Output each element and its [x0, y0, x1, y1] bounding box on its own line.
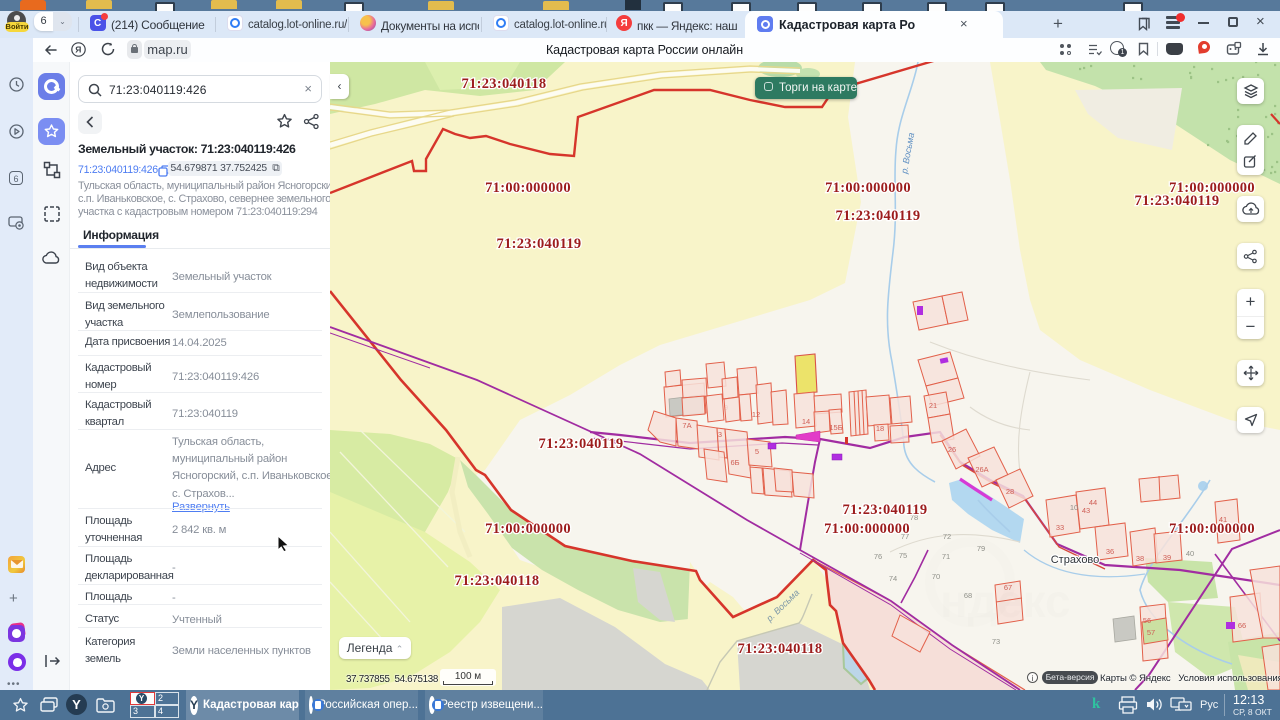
svg-text:72: 72: [943, 532, 951, 541]
svg-text:39: 39: [1163, 553, 1171, 562]
svg-text:7А: 7А: [682, 421, 691, 430]
svg-text:57: 57: [1147, 628, 1155, 637]
svg-text:71:00:000000: 71:00:000000: [824, 521, 910, 537]
svg-text:71:23:040118: 71:23:040118: [455, 573, 540, 589]
svg-text:10: 10: [1070, 503, 1078, 512]
svg-text:76: 76: [874, 552, 882, 561]
svg-text:14: 14: [802, 417, 810, 426]
svg-text:71:23:040119: 71:23:040119: [497, 236, 582, 252]
svg-text:28: 28: [1006, 487, 1014, 496]
svg-text:38: 38: [1136, 554, 1144, 563]
svg-text:71:23:040119: 71:23:040119: [1135, 193, 1220, 209]
svg-text:71:00:000000: 71:00:000000: [1169, 521, 1255, 537]
svg-text:56: 56: [1143, 616, 1151, 625]
svg-text:3: 3: [718, 430, 722, 439]
svg-text:71:23:040119: 71:23:040119: [836, 208, 921, 224]
svg-text:21: 21: [929, 401, 937, 410]
svg-text:18: 18: [876, 424, 884, 433]
svg-text:Страхово: Страхово: [1051, 554, 1100, 566]
svg-text:73: 73: [992, 637, 1000, 646]
svg-text:71:23:040118: 71:23:040118: [738, 641, 823, 657]
svg-text:71:23:040119: 71:23:040119: [539, 436, 624, 452]
svg-text:6Б: 6Б: [730, 458, 739, 467]
svg-text:40: 40: [1186, 549, 1194, 558]
svg-text:66: 66: [1238, 621, 1246, 630]
svg-text:74: 74: [889, 574, 897, 583]
svg-text:43: 43: [1082, 506, 1090, 515]
svg-text:33: 33: [1056, 523, 1064, 532]
svg-text:Я: Я: [75, 45, 81, 55]
svg-text:71:00:000000: 71:00:000000: [485, 180, 571, 196]
svg-text:5: 5: [755, 447, 759, 456]
svg-text:71:00:000000: 71:00:000000: [825, 180, 911, 196]
svg-text:26А: 26А: [975, 465, 988, 474]
svg-text:75: 75: [899, 551, 907, 560]
svg-text:71:23:040118: 71:23:040118: [462, 76, 547, 92]
svg-text:15Б: 15Б: [829, 423, 842, 432]
svg-text:12: 12: [752, 410, 760, 419]
svg-text:71:23:040119: 71:23:040119: [843, 502, 928, 518]
svg-text:71:00:000000: 71:00:000000: [485, 521, 571, 537]
svg-text:36: 36: [1106, 547, 1114, 556]
svg-text:26: 26: [948, 445, 956, 454]
